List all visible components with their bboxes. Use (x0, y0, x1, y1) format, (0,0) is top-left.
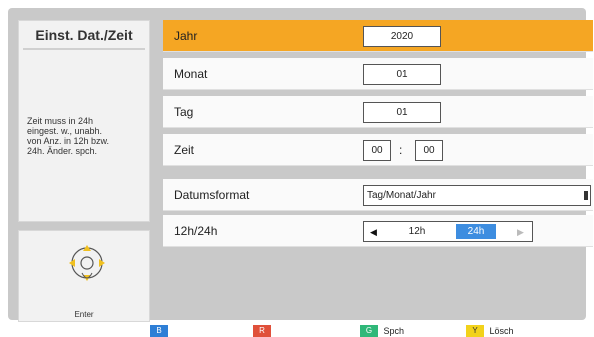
title-divider (23, 48, 145, 50)
hint-line: von Anz. in 12h bzw. (27, 136, 110, 146)
row-label: Jahr (174, 29, 198, 43)
key-label: Spch (383, 326, 405, 336)
hint-line: 24h. Änder. spch. (27, 146, 98, 156)
title-box: Einst. Dat./Zeit Zeit muss in 24h einges… (18, 20, 150, 222)
key-blue[interactable]: B (150, 325, 171, 337)
time-separator: : (399, 143, 403, 157)
option-12h[interactable]: 12h (402, 222, 432, 241)
key-label: Lösch (489, 326, 514, 336)
hint-line: eingest. w., unabh. (27, 126, 103, 136)
row-label: Zeit (174, 143, 195, 157)
minutes-field[interactable]: 00 (415, 140, 443, 161)
key-red[interactable]: R (253, 325, 274, 337)
enter-label: Enter (74, 310, 94, 319)
row-12h-24h[interactable]: 12h/24h ◀ 12h 24h ▶ (163, 215, 593, 247)
dpad-icon (69, 245, 105, 281)
month-field[interactable]: 01 (363, 64, 441, 85)
row-label: Monat (174, 67, 208, 81)
key-yellow[interactable]: Y Lösch (466, 325, 514, 337)
row-tag[interactable]: Tag 01 (163, 96, 593, 128)
row-jahr[interactable]: Jahr 2020 (163, 20, 593, 52)
settings-panel: Einst. Dat./Zeit Zeit muss in 24h einges… (8, 8, 593, 322)
row-monat[interactable]: Monat 01 (163, 58, 593, 90)
row-zeit[interactable]: Zeit 00 : 00 (163, 134, 593, 166)
hint-line: Zeit muss in 24h (27, 116, 94, 126)
blue-key-icon: B (150, 325, 168, 337)
row-datumsformat[interactable]: Datumsformat Tag/Monat/Jahr (163, 179, 593, 211)
settings-list: Jahr 2020 Monat 01 Tag 01 Zeit 00 : 00 D… (163, 20, 593, 320)
green-key-icon: G (360, 325, 378, 337)
key-green[interactable]: G Spch (360, 325, 404, 337)
date-format-value: Tag/Monat/Jahr (367, 190, 436, 201)
row-label: Datumsformat (174, 188, 250, 202)
yellow-key-icon: Y (466, 325, 484, 337)
day-field[interactable]: 01 (363, 102, 441, 123)
option-24h[interactable]: 24h (456, 224, 496, 239)
row-label: Tag (174, 105, 194, 119)
red-key-icon: R (253, 325, 271, 337)
row-label: 12h/24h (174, 224, 218, 238)
hours-field[interactable]: 00 (363, 140, 391, 161)
arrow-right-icon[interactable]: ▶ (517, 226, 524, 238)
hint-text: Zeit muss in 24h eingest. w., unabh. von… (27, 116, 147, 156)
year-field[interactable]: 2020 (363, 26, 441, 47)
arrow-left-icon[interactable]: ◀ (370, 226, 377, 238)
dropdown-arrow-icon (584, 191, 588, 200)
page-title: Einst. Dat./Zeit (35, 27, 133, 43)
date-format-select[interactable]: Tag/Monat/Jahr (363, 185, 591, 206)
navigation-help: Enter (18, 230, 150, 322)
color-key-bar: B R G Spch Y Lösch (0, 322, 594, 337)
hour-format-toggle[interactable]: ◀ 12h 24h ▶ (363, 221, 533, 242)
info-column: Einst. Dat./Zeit Zeit muss in 24h einges… (18, 20, 150, 322)
